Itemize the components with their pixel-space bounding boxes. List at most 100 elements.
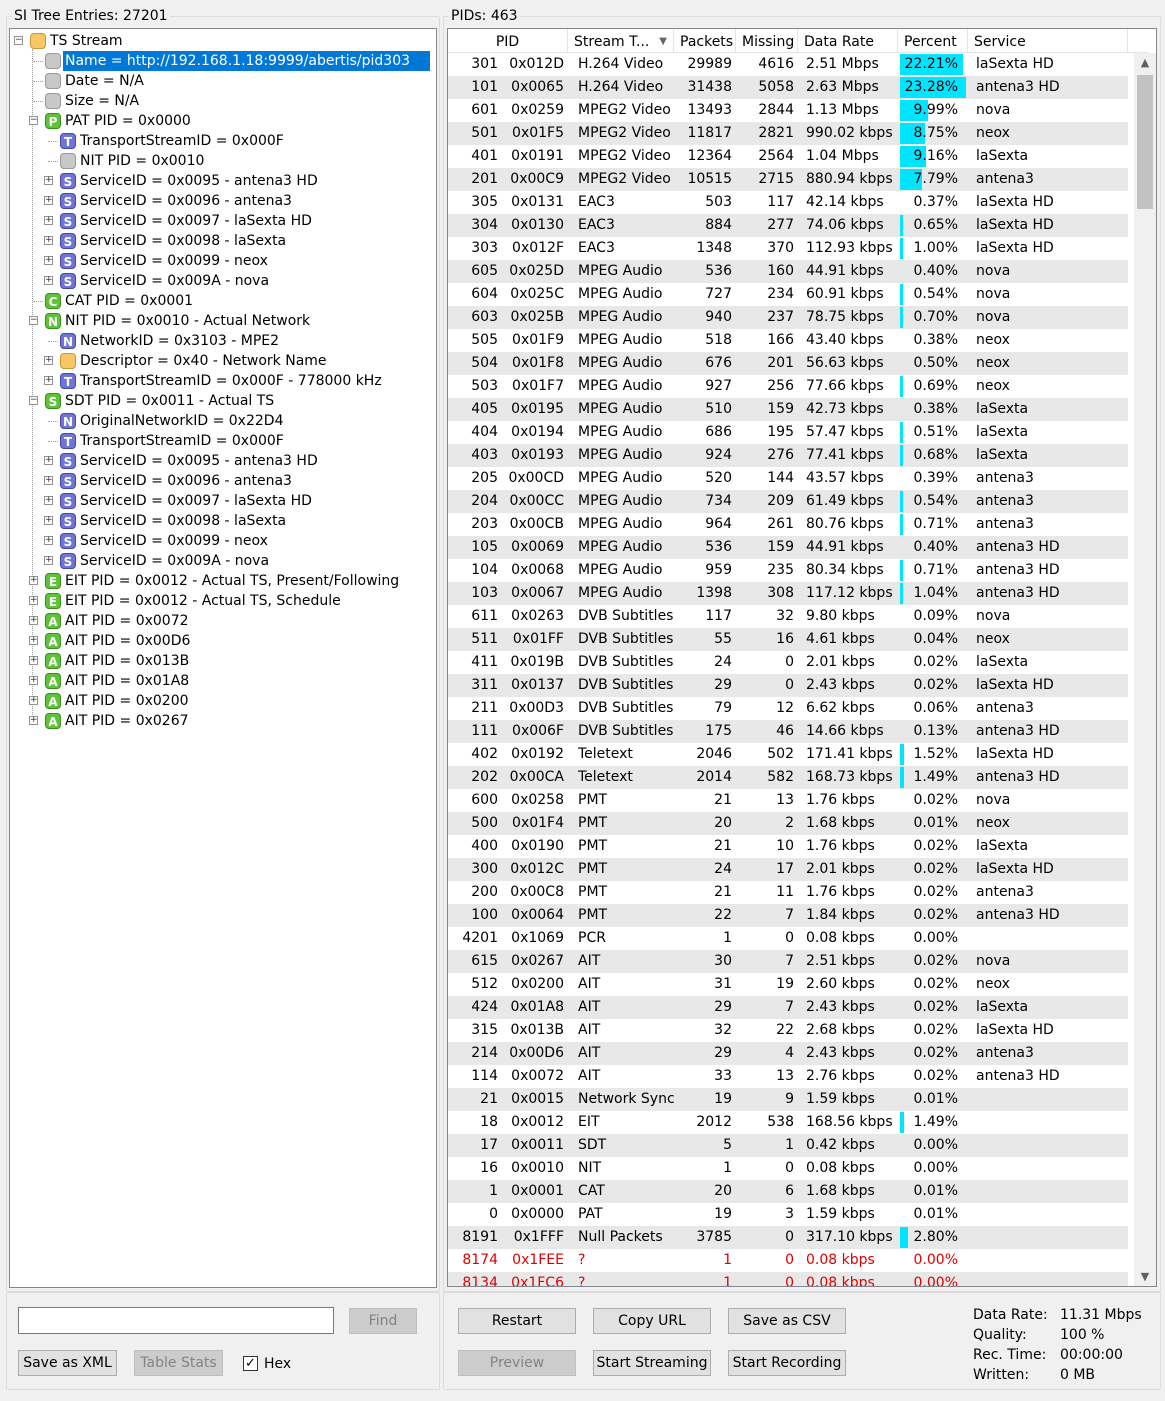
expand-icon[interactable]: +	[29, 636, 38, 645]
table-row[interactable]: 600 0x0258 PMT 21 13 1.76 kbps nova 0.02%	[448, 789, 1128, 812]
tree-node[interactable]: + S ServiceID = 0x0098 - laSexta	[10, 511, 436, 531]
table-row[interactable]: 18 0x0012 EIT 2012 538 168.56 kbps 1.49%	[448, 1111, 1128, 1134]
tree-node[interactable]: + S ServiceID = 0x0095 - antena3 HD	[10, 171, 436, 191]
save-as-xml-button[interactable]: Save as XML	[18, 1350, 117, 1376]
table-row[interactable]: 0 0x0000 PAT 19 3 1.59 kbps 0.01%	[448, 1203, 1128, 1226]
collapse-icon[interactable]: −	[29, 116, 38, 125]
tree-node[interactable]: + E EIT PID = 0x0012 - Actual TS, Present/…	[10, 571, 436, 591]
table-row[interactable]: 601 0x0259 MPEG2 Video 13493 2844 1.13 Mbps no…	[448, 99, 1128, 122]
table-row[interactable]: 401 0x0191 MPEG2 Video 12364 2564 1.04 Mbps la…	[448, 145, 1128, 168]
column-header-stream-type[interactable]: Stream T... ▼	[568, 29, 674, 53]
tree-node[interactable]: + S ServiceID = 0x0095 - antena3 HD	[10, 451, 436, 471]
table-row[interactable]: 111 0x006F DVB Subtitles 175 46 14.66 kbps ant…	[448, 720, 1128, 743]
scrollbar-thumb[interactable]	[1137, 75, 1153, 209]
tree-node[interactable]: C CAT PID = 0x0001	[10, 291, 436, 311]
expand-icon[interactable]: +	[29, 656, 38, 665]
column-header-percent[interactable]: Percent	[898, 29, 968, 53]
table-row[interactable]: 214 0x00D6 AIT 29 4 2.43 kbps antena3 0.02%	[448, 1042, 1128, 1065]
preview-button[interactable]: Preview	[458, 1350, 576, 1376]
tree-node[interactable]: + S ServiceID = 0x009A - nova	[10, 271, 436, 291]
table-row[interactable]: 100 0x0064 PMT 22 7 1.84 kbps antena3 HD 0.02%	[448, 904, 1128, 927]
tree-node[interactable]: + A AIT PID = 0x0267	[10, 711, 436, 731]
table-row[interactable]: 615 0x0267 AIT 30 7 2.51 kbps nova 0.02%	[448, 950, 1128, 973]
table-row[interactable]: 201 0x00C9 MPEG2 Video 10515 2715 880.94 kbps…	[448, 168, 1128, 191]
copy-url-button[interactable]: Copy URL	[593, 1308, 711, 1334]
scroll-up-icon[interactable]: ▲	[1134, 53, 1156, 73]
collapse-icon[interactable]: −	[29, 316, 38, 325]
table-row[interactable]: 4201 0x1069 PCR 1 0 0.08 kbps 0.00%	[448, 927, 1128, 950]
expand-icon[interactable]: +	[44, 256, 53, 265]
table-row[interactable]: 211 0x00D3 DVB Subtitles 79 12 6.62 kbps anten…	[448, 697, 1128, 720]
expand-icon[interactable]: +	[44, 456, 53, 465]
tree-node[interactable]: + S ServiceID = 0x0099 - neox	[10, 531, 436, 551]
pid-list-view[interactable]: PID Stream T... ▼ Packets Missing Data R…	[447, 28, 1157, 1287]
tree-node[interactable]: + S ServiceID = 0x0099 - neox	[10, 251, 436, 271]
table-row[interactable]: 104 0x0068 MPEG Audio 959 235 80.34 kbps anten…	[448, 559, 1128, 582]
tree-node[interactable]: + E EIT PID = 0x0012 - Actual TS, Schedule	[10, 591, 436, 611]
hex-checkbox[interactable]: ✓	[243, 1356, 258, 1371]
expand-icon[interactable]: +	[44, 356, 53, 365]
expand-icon[interactable]: +	[44, 496, 53, 505]
table-row[interactable]: 402 0x0192 Teletext 2046 502 171.41 kbps laSex…	[448, 743, 1128, 766]
tree-node[interactable]: − TS Stream	[10, 31, 436, 51]
collapse-icon[interactable]: −	[29, 396, 38, 405]
expand-icon[interactable]: +	[29, 616, 38, 625]
table-row[interactable]: 411 0x019B DVB Subtitles 24 0 2.01 kbps laSext…	[448, 651, 1128, 674]
expand-icon[interactable]: +	[29, 596, 38, 605]
table-row[interactable]: 8134 0x1FC6? 1 0 0.08 kbps 0.00%	[448, 1272, 1128, 1286]
table-row[interactable]: 404 0x0194 MPEG Audio 686 195 57.47 kbps laSex…	[448, 421, 1128, 444]
table-row[interactable]: 114 0x0072 AIT 33 13 2.76 kbps antena3 HD 0.02%	[448, 1065, 1128, 1088]
tree-node[interactable]: − N NIT PID = 0x0010 - Actual Network	[10, 311, 436, 331]
column-header-missing[interactable]: Missing	[736, 29, 798, 53]
table-row[interactable]: 605 0x025D MPEG Audio 536 160 44.91 kbps nova 0…	[448, 260, 1128, 283]
table-row[interactable]: 604 0x025C MPEG Audio 727 234 60.91 kbps nova 0…	[448, 283, 1128, 306]
expand-icon[interactable]: +	[44, 196, 53, 205]
table-row[interactable]: 511 0x01FF DVB Subtitles 55 16 4.61 kbps neox 0…	[448, 628, 1128, 651]
table-row[interactable]: 21 0x0015 Network Sync 19 9 1.59 kbps 0.01%	[448, 1088, 1128, 1111]
table-row[interactable]: 1 0x0001 CAT 20 6 1.68 kbps 0.01%	[448, 1180, 1128, 1203]
column-header-service[interactable]: Service	[968, 29, 1128, 53]
tree-node[interactable]: + A AIT PID = 0x013B	[10, 651, 436, 671]
table-row[interactable]: 501 0x01F5 MPEG2 Video 11817 2821 990.02 kbps…	[448, 122, 1128, 145]
table-row[interactable]: 424 0x01A8 AIT 29 7 2.43 kbps laSexta 0.02%	[448, 996, 1128, 1019]
tree-node[interactable]: T TransportStreamID = 0x000F	[10, 131, 436, 151]
tree-node[interactable]: + T TransportStreamID = 0x000F - 778000 kH…	[10, 371, 436, 391]
table-row[interactable]: 304 0x0130 EAC3 884 277 74.06 kbps laSexta HD 0…	[448, 214, 1128, 237]
table-row[interactable]: 512 0x0200 AIT 31 19 2.60 kbps neox 0.02%	[448, 973, 1128, 996]
start-recording-button[interactable]: Start Recording	[728, 1350, 846, 1376]
table-row[interactable]: 611 0x0263 DVB Subtitles 117 32 9.80 kbps nova…	[448, 605, 1128, 628]
tree-node[interactable]: T TransportStreamID = 0x000F	[10, 431, 436, 451]
tree-node[interactable]: Date = N/A	[10, 71, 436, 91]
tree-node[interactable]: Name = http://192.168.1.18:9999/abertis/…	[10, 51, 436, 71]
tree-node[interactable]: + S ServiceID = 0x0097 - laSexta HD	[10, 491, 436, 511]
table-row[interactable]: 603 0x025B MPEG Audio 940 237 78.75 kbps nova 0…	[448, 306, 1128, 329]
table-row[interactable]: 103 0x0067 MPEG Audio 1398 308 117.12 kbps ant…	[448, 582, 1128, 605]
table-row[interactable]: 500 0x01F4 PMT 20 2 1.68 kbps neox 0.01%	[448, 812, 1128, 835]
table-row[interactable]: 315 0x013B AIT 32 22 2.68 kbps laSexta HD 0.02%	[448, 1019, 1128, 1042]
collapse-icon[interactable]: −	[14, 36, 23, 45]
scroll-down-icon[interactable]: ▼	[1134, 1267, 1156, 1286]
tree-node[interactable]: + S ServiceID = 0x009A - nova	[10, 551, 436, 571]
table-row[interactable]: 403 0x0193 MPEG Audio 924 276 77.41 kbps laSex…	[448, 444, 1128, 467]
table-row[interactable]: 17 0x0011 SDT 5 1 0.42 kbps 0.00%	[448, 1134, 1128, 1157]
table-row[interactable]: 105 0x0069 MPEG Audio 536 159 44.91 kbps anten…	[448, 536, 1128, 559]
table-row[interactable]: 405 0x0195 MPEG Audio 510 159 42.73 kbps laSex…	[448, 398, 1128, 421]
expand-icon[interactable]: +	[29, 676, 38, 685]
tree-node[interactable]: N NetworkID = 0x3103 - MPE2	[10, 331, 436, 351]
tree-node[interactable]: N OriginalNetworkID = 0x22D4	[10, 411, 436, 431]
expand-icon[interactable]: +	[44, 536, 53, 545]
tree-node[interactable]: + S ServiceID = 0x0096 - antena3	[10, 191, 436, 211]
table-row[interactable]: 303 0x012F EAC3 1348 370 112.93 kbps laSexta H…	[448, 237, 1128, 260]
tree-node[interactable]: + S ServiceID = 0x0097 - laSexta HD	[10, 211, 436, 231]
find-button[interactable]: Find	[349, 1308, 417, 1334]
table-row[interactable]: 8191 0x1FFF Null Packets 3785 0 317.10 kbps 2.…	[448, 1226, 1128, 1249]
vertical-scrollbar[interactable]: ▲ ▼	[1134, 53, 1156, 1286]
si-tree-view[interactable]: − TS Stream Name = http://192.168.1.18:999…	[9, 28, 437, 1288]
expand-icon[interactable]: +	[44, 516, 53, 525]
table-row[interactable]: 300 0x012C PMT 24 17 2.01 kbps laSexta HD 0.02%	[448, 858, 1128, 881]
column-header-data-rate[interactable]: Data Rate	[798, 29, 898, 53]
tree-node[interactable]: − P PAT PID = 0x0000	[10, 111, 436, 131]
column-header-packets[interactable]: Packets	[674, 29, 736, 53]
table-row[interactable]: 16 0x0010 NIT 1 0 0.08 kbps 0.00%	[448, 1157, 1128, 1180]
table-row[interactable]: 204 0x00CC MPEG Audio 734 209 61.49 kbps anten…	[448, 490, 1128, 513]
